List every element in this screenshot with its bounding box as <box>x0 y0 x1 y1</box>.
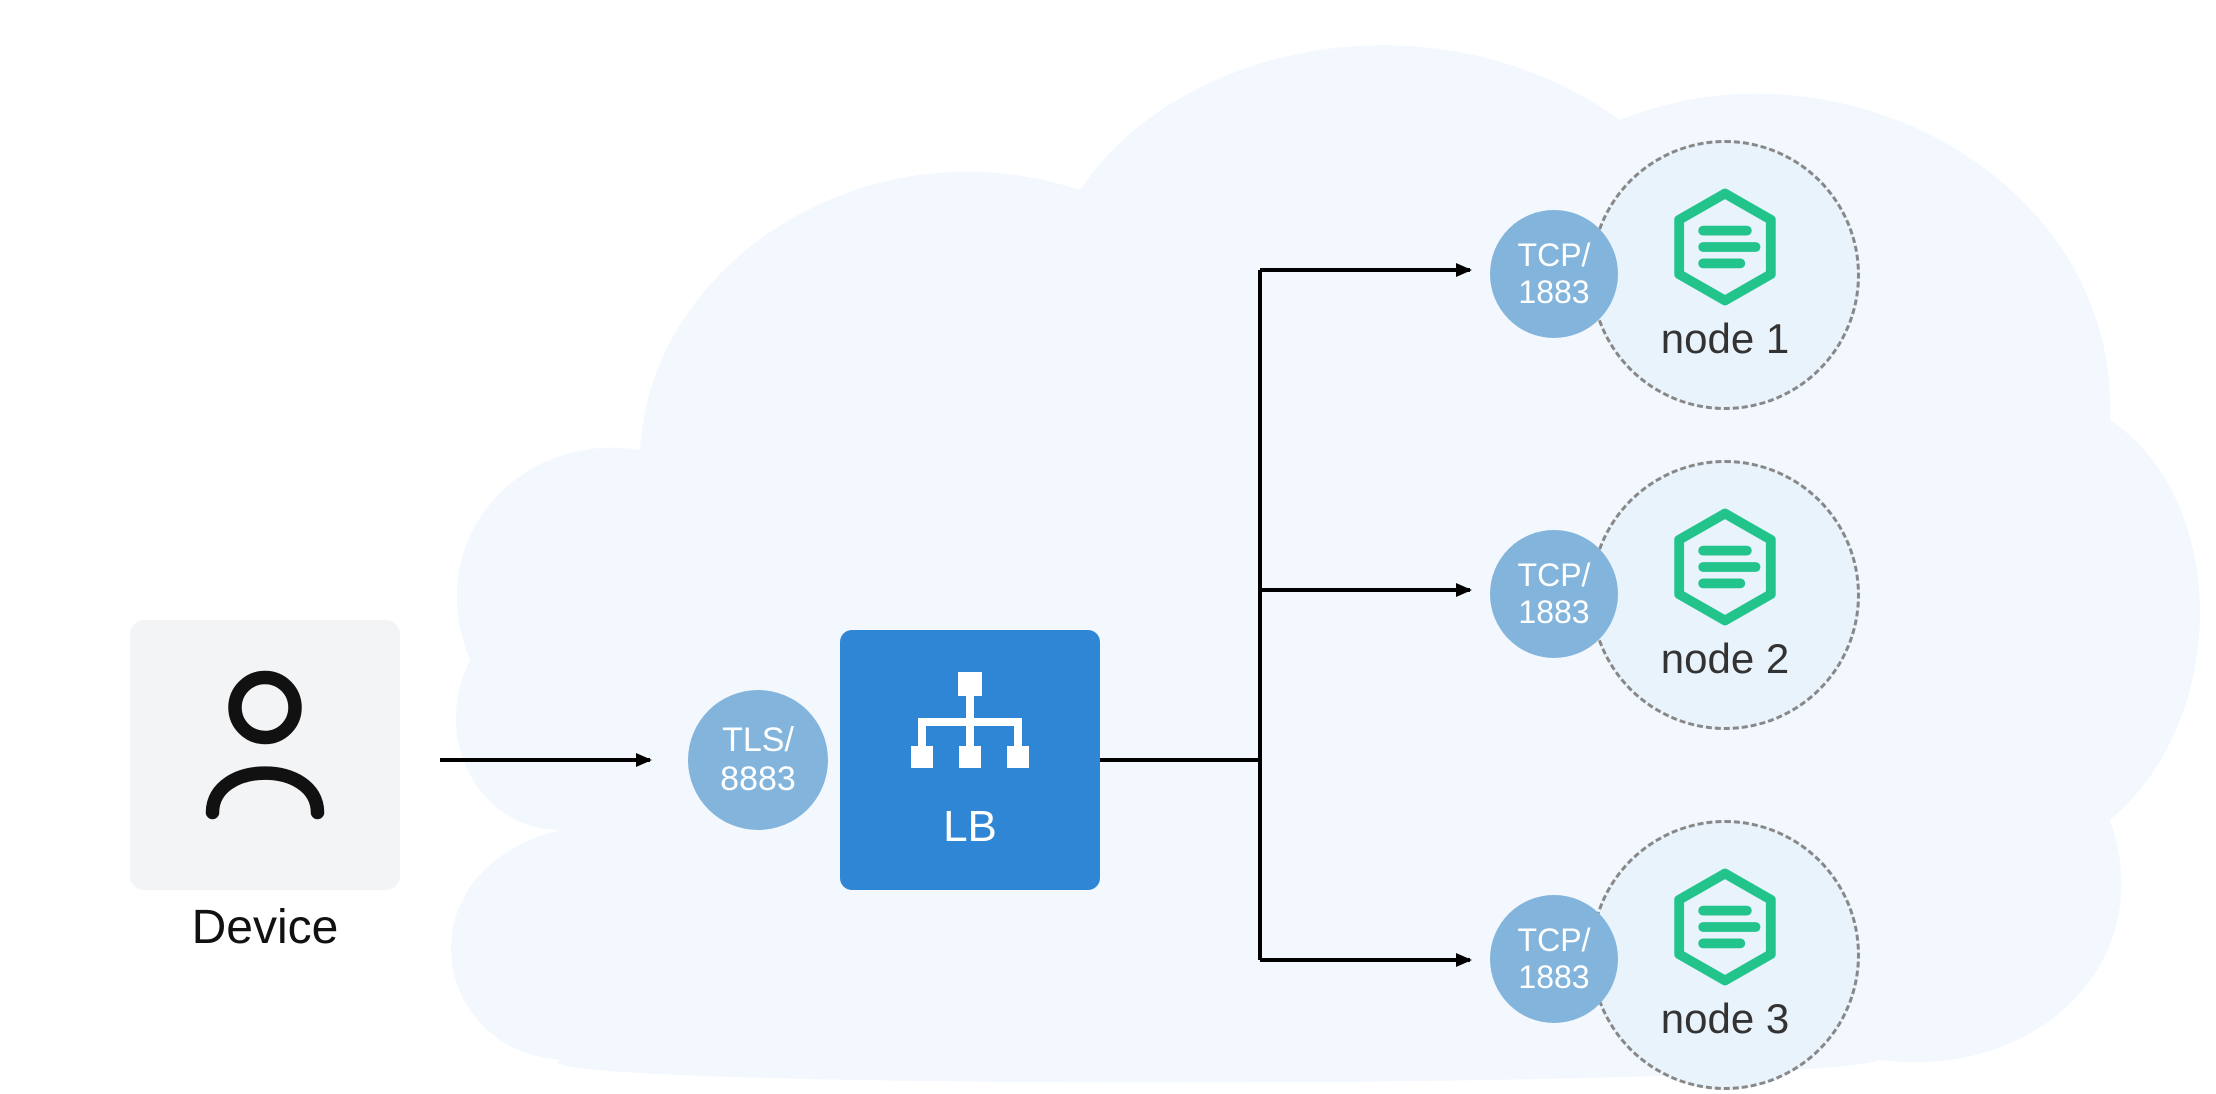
device-label: Device <box>130 900 400 955</box>
hexagon-icon <box>1670 507 1780 627</box>
port-circle-node-2: TCP/ 1883 <box>1490 530 1618 658</box>
node-3-label: node 3 <box>1661 995 1789 1043</box>
port-proto-lb: TLS/ <box>722 721 794 760</box>
node-1-label: node 1 <box>1661 315 1789 363</box>
port-proto-node-1: TCP/ <box>1518 237 1591 274</box>
port-circle-lb-in: TLS/ 8883 <box>688 690 828 830</box>
lb-label: LB <box>943 802 997 852</box>
node-circle-3: node 3 <box>1590 820 1860 1090</box>
port-proto-node-3: TCP/ <box>1518 922 1591 959</box>
lb-box: LB <box>840 630 1100 890</box>
port-circle-node-1: TCP/ 1883 <box>1490 210 1618 338</box>
port-proto-node-2: TCP/ <box>1518 557 1591 594</box>
device-box <box>130 620 400 890</box>
node-circle-1: node 1 <box>1590 140 1860 410</box>
port-num-node-1: 1883 <box>1518 274 1589 311</box>
person-icon <box>190 660 340 830</box>
node-circle-2: node 2 <box>1590 460 1860 730</box>
port-num-node-2: 1883 <box>1518 594 1589 631</box>
node-2-label: node 2 <box>1661 635 1789 683</box>
port-circle-node-3: TCP/ 1883 <box>1490 895 1618 1023</box>
hexagon-icon <box>1670 867 1780 987</box>
cloud-shape <box>451 45 2200 1082</box>
load-balancer-icon <box>900 668 1040 788</box>
hexagon-icon <box>1670 187 1780 307</box>
port-num-node-3: 1883 <box>1518 959 1589 996</box>
diagram-stage: Device TLS/ 8883 LB <box>0 0 2216 1094</box>
port-num-lb: 8883 <box>720 760 796 799</box>
